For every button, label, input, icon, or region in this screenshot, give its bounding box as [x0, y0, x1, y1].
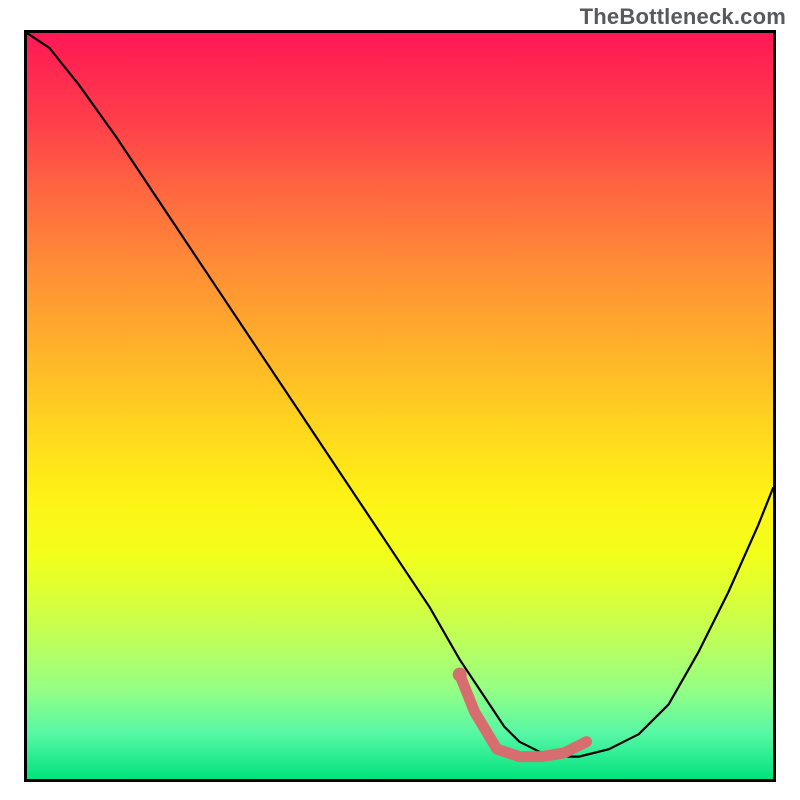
- chart-stage: TheBottleneck.com: [0, 0, 800, 800]
- plot-svg: [27, 33, 773, 779]
- plot-frame: [24, 30, 776, 782]
- series-main-curve: [27, 33, 773, 757]
- watermark-label: TheBottleneck.com: [580, 6, 786, 28]
- accent-dot: [453, 668, 467, 682]
